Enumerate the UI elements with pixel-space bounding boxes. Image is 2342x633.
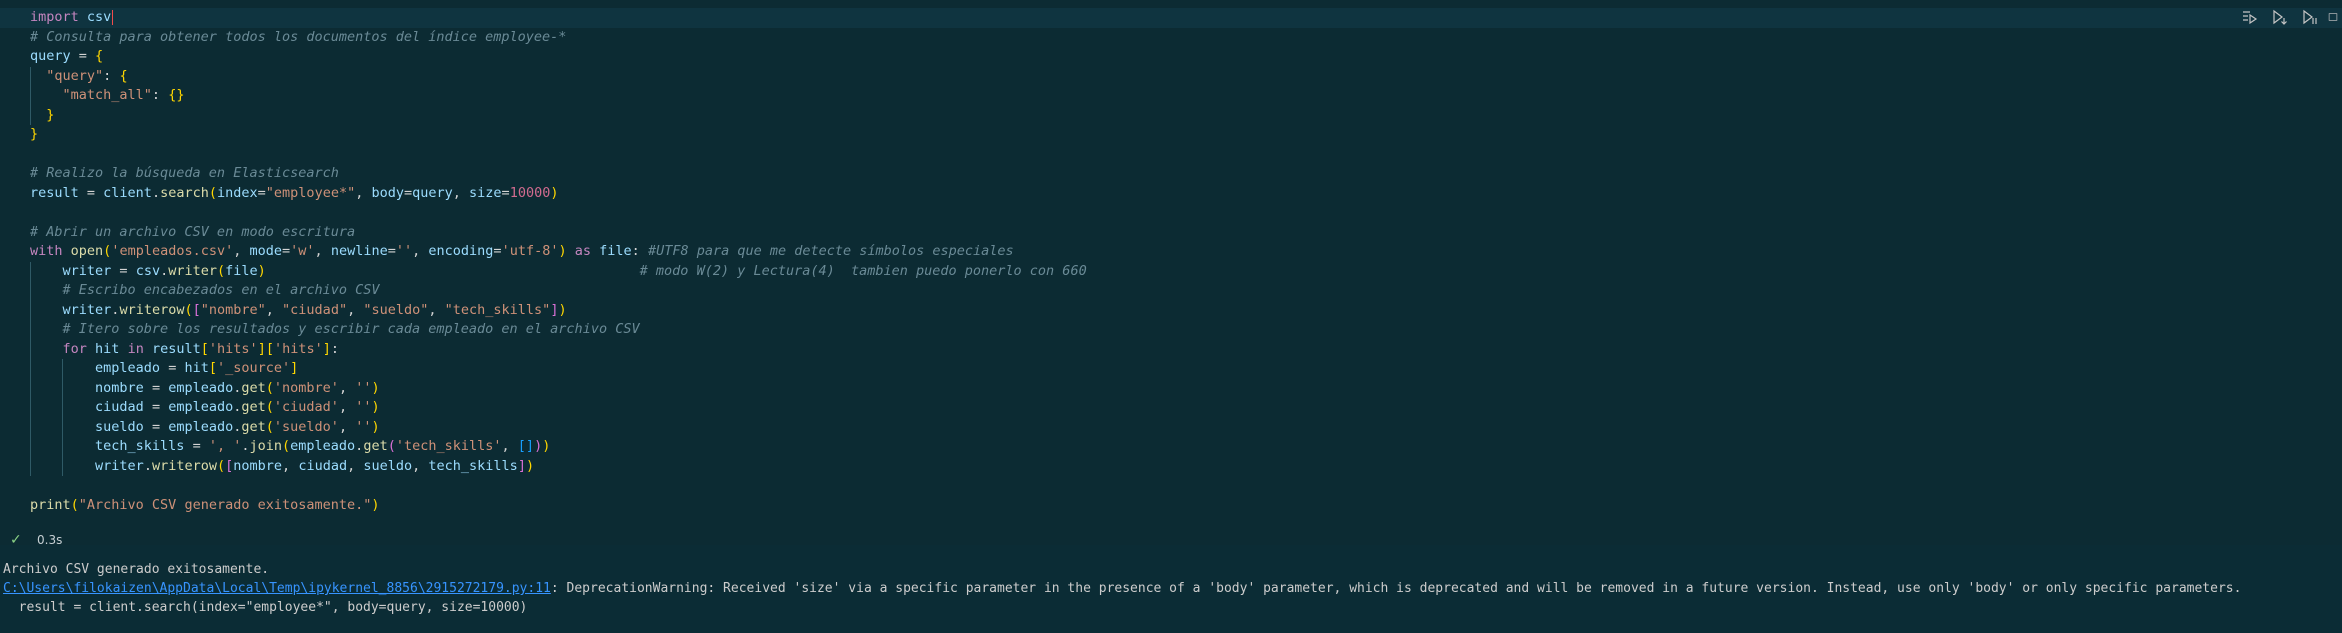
code-cell[interactable]: import csv # Consulta para obtener todos …: [0, 0, 2342, 545]
code-text: }: [30, 126, 39, 142]
code-text: import csv: [30, 9, 114, 25]
code-text: # Realizo la búsqueda en Elasticsearch: [30, 165, 339, 181]
code-text: writer.writerow([nombre, ciudad, sueldo,…: [95, 457, 535, 474]
code-line[interactable]: nombre = empleado.get('nombre', ''): [0, 378, 2342, 398]
output-line-source: result = client.search(index="employee*"…: [3, 600, 528, 615]
execution-status: ✓ 0.3s: [0, 531, 400, 549]
code-line[interactable]: result = client.search(index="employee*"…: [0, 184, 2342, 204]
cell-toolbar: [2238, 6, 2338, 28]
output-line-warning: C:\Users\filokaizen\AppData\Local\Temp\i…: [3, 579, 2241, 598]
code-text: "query": {: [46, 67, 128, 84]
code-text: print("Archivo CSV generado exitosamente…: [30, 496, 380, 513]
code-text: empleado = hit['_source']: [95, 360, 299, 376]
code-line[interactable]: import csv: [0, 8, 2342, 28]
code-text: for hit in result['hits']['hits']:: [62, 340, 340, 357]
code-line[interactable]: for hit in result['hits']['hits']:: [0, 339, 2342, 359]
code-text: # Abrir un archivo CSV en modo escritura: [30, 223, 356, 240]
code-text: # Consulta para obtener todos los docume…: [30, 28, 567, 45]
cell-output: Archivo CSV generado exitosamente. C:\Us…: [0, 560, 2342, 633]
code-line[interactable]: # Escribo encabezados en el archivo CSV: [0, 281, 2342, 301]
code-text: "match_all": {}: [62, 87, 185, 103]
code-text: # Itero sobre los resultados y escribir …: [62, 321, 640, 337]
code-line[interactable]: [0, 476, 2342, 496]
code-text: writer.writerow(["nombre", "ciudad", "su…: [62, 301, 567, 318]
code-line[interactable]: "match_all": {}: [0, 86, 2342, 106]
code-line[interactable]: # Abrir un archivo CSV en modo escritura: [0, 223, 2342, 243]
code-line[interactable]: # Realizo la búsqueda en Elasticsearch: [0, 164, 2342, 184]
split-cell-button[interactable]: [2328, 6, 2338, 28]
code-text: tech_skills = ', '.join(empleado.get('te…: [95, 438, 551, 454]
success-check-icon: ✓: [10, 532, 22, 548]
code-line[interactable]: writer = csv.writer(file) # modo W(2) y …: [0, 261, 2342, 281]
code-text: ciudad = empleado.get('ciudad', ''): [95, 399, 380, 415]
code-line[interactable]: with open('empleados.csv', mode='w', new…: [0, 242, 2342, 262]
code-editor[interactable]: import csv # Consulta para obtener todos …: [0, 8, 2342, 515]
code-line[interactable]: ciudad = empleado.get('ciudad', ''): [0, 398, 2342, 418]
code-line[interactable]: }: [0, 125, 2342, 145]
run-icon: [2303, 9, 2317, 25]
execute-above-cells-button[interactable]: [2238, 6, 2262, 28]
code-line[interactable]: [0, 145, 2342, 165]
code-line[interactable]: print("Archivo CSV generado exitosamente…: [0, 496, 2342, 516]
code-text: writer = csv.writer(file) # modo W(2) y …: [62, 262, 1087, 279]
code-text: sueldo = empleado.get('sueldo', ''): [95, 418, 380, 435]
code-line[interactable]: # Consulta para obtener todos los docume…: [0, 28, 2342, 48]
execute-below-icon: [2273, 9, 2287, 25]
code-line[interactable]: tech_skills = ', '.join(empleado.get('te…: [0, 437, 2342, 457]
code-line[interactable]: # Itero sobre los resultados y escribir …: [0, 320, 2342, 340]
code-line[interactable]: writer.writerow([nombre, ciudad, sueldo,…: [0, 456, 2342, 476]
code-text: }: [46, 106, 55, 123]
code-text: query = {: [30, 48, 104, 64]
execute-above-icon: [2243, 11, 2258, 25]
code-line[interactable]: [0, 203, 2342, 223]
code-line[interactable]: }: [0, 105, 2342, 125]
traceback-file-link[interactable]: C:\Users\filokaizen\AppData\Local\Temp\i…: [3, 581, 551, 596]
output-line-success: Archivo CSV generado exitosamente.: [3, 562, 270, 577]
execute-cell-and-below-button[interactable]: [2268, 6, 2292, 28]
code-text: nombre = empleado.get('nombre', ''): [95, 379, 380, 396]
code-text: result = client.search(index="employee*"…: [30, 184, 559, 201]
code-line[interactable]: sueldo = empleado.get('sueldo', ''): [0, 417, 2342, 437]
code-text: # Escribo encabezados en el archivo CSV: [62, 282, 380, 298]
split-icon: [2328, 13, 2338, 21]
execute-cell-button[interactable]: [2298, 6, 2322, 28]
code-line[interactable]: writer.writerow(["nombre", "ciudad", "su…: [0, 300, 2342, 320]
execution-time: 0.3s: [37, 533, 63, 547]
text-cursor: [112, 9, 114, 25]
code-line[interactable]: query = {: [0, 47, 2342, 67]
deprecation-warning-text: : DeprecationWarning: Received 'size' vi…: [550, 581, 2242, 596]
code-line[interactable]: empleado = hit['_source']: [0, 359, 2342, 379]
code-text: with open('empleados.csv', mode='w', new…: [30, 243, 1014, 259]
code-line[interactable]: "query": {: [0, 66, 2342, 86]
